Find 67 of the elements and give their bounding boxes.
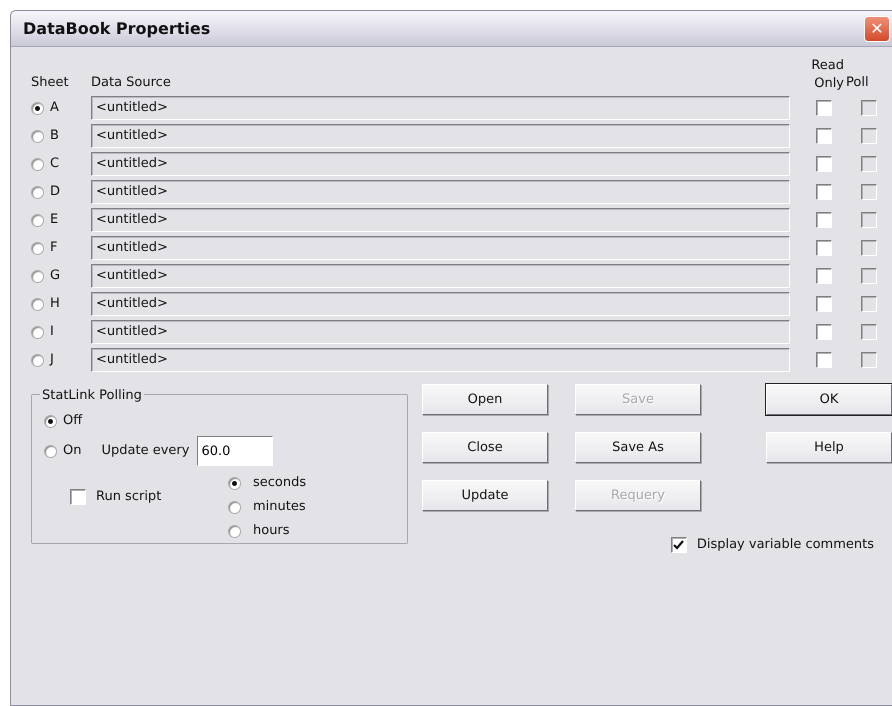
- data-source-field[interactable]: <untitled>: [91, 292, 790, 316]
- display-comments-checkbox[interactable]: [670, 536, 687, 553]
- column-header: Poll: [846, 74, 870, 92]
- sheet-label: B: [50, 127, 59, 146]
- data-source-field[interactable]: <untitled>: [91, 208, 790, 232]
- sheet-radio[interactable]: [31, 242, 44, 255]
- read-only-checkbox[interactable]: [816, 240, 832, 256]
- mode-radio[interactable]: [44, 444, 57, 458]
- unit-radio[interactable]: [228, 524, 241, 538]
- sheet-label: D: [50, 183, 60, 202]
- read-only-checkbox[interactable]: [816, 352, 832, 368]
- sheet-radio[interactable]: [31, 354, 44, 367]
- data-source-field[interactable]: <untitled>: [91, 96, 790, 120]
- data-source-field[interactable]: <untitled>: [91, 152, 790, 176]
- radio-label: Off: [63, 412, 82, 430]
- read-only-checkbox[interactable]: [816, 100, 832, 116]
- sheet-label: C: [50, 155, 60, 174]
- sheet-label: A: [50, 99, 59, 118]
- sheet-radio[interactable]: [31, 298, 44, 311]
- sheet-radio[interactable]: [31, 158, 44, 171]
- read-only-checkbox[interactable]: [816, 184, 832, 200]
- radio-label: hours: [253, 522, 290, 540]
- dialog-button[interactable]: Open: [422, 384, 548, 416]
- column-header: Data Source: [91, 74, 172, 92]
- sheet-radio[interactable]: [31, 326, 44, 339]
- data-source-field[interactable]: <untitled>: [91, 320, 790, 344]
- checkbox-label: Display variable comments: [696, 536, 874, 554]
- checkbox-label: Run script: [96, 488, 162, 506]
- update-interval-field[interactable]: 60.0: [197, 436, 274, 466]
- unit-radio[interactable]: [228, 500, 241, 514]
- radio-label: minutes: [253, 498, 306, 516]
- dialog-button[interactable]: OK: [766, 384, 892, 416]
- sheet-label: F: [50, 239, 58, 258]
- radio-label: seconds: [253, 474, 306, 492]
- sheet-radio[interactable]: [31, 214, 44, 227]
- sheet-label: H: [50, 295, 60, 314]
- sheet-radio[interactable]: [31, 186, 44, 199]
- read-only-checkbox[interactable]: [816, 296, 832, 312]
- data-source-field[interactable]: <untitled>: [91, 348, 790, 372]
- window-title: DataBook Properties: [23, 18, 210, 40]
- column-header: Sheet: [31, 74, 70, 92]
- mode-radio[interactable]: [44, 414, 57, 428]
- read-only-checkbox[interactable]: [816, 156, 832, 172]
- dialog-button[interactable]: Close: [422, 432, 548, 464]
- read-only-checkbox[interactable]: [816, 128, 832, 144]
- read-only-checkbox[interactable]: [816, 212, 832, 228]
- sheet-label: J: [50, 351, 54, 370]
- field-label: Update every: [101, 442, 190, 460]
- run-script-checkbox[interactable]: [70, 488, 86, 505]
- dialog-button[interactable]: Save As: [575, 432, 701, 464]
- read-only-checkbox[interactable]: [816, 324, 832, 340]
- data-source-field[interactable]: <untitled>: [91, 264, 790, 288]
- sheet-label: I: [50, 323, 54, 342]
- sheet-radio[interactable]: [31, 270, 44, 283]
- sheet-label: G: [50, 267, 60, 286]
- read-only-checkbox[interactable]: [816, 268, 832, 284]
- sheet-radio[interactable]: [31, 130, 44, 143]
- radio-label: On: [63, 442, 82, 460]
- dialog-button[interactable]: Help: [766, 432, 892, 464]
- unit-radio[interactable]: [228, 476, 241, 490]
- data-source-field[interactable]: <untitled>: [91, 124, 790, 148]
- data-source-field[interactable]: <untitled>: [91, 236, 790, 260]
- sheet-label: E: [50, 211, 58, 230]
- column-header: Read Only: [810, 57, 844, 93]
- sheet-radio[interactable]: [31, 102, 44, 115]
- dialog-button[interactable]: Update: [422, 480, 548, 512]
- data-source-field[interactable]: <untitled>: [91, 180, 790, 204]
